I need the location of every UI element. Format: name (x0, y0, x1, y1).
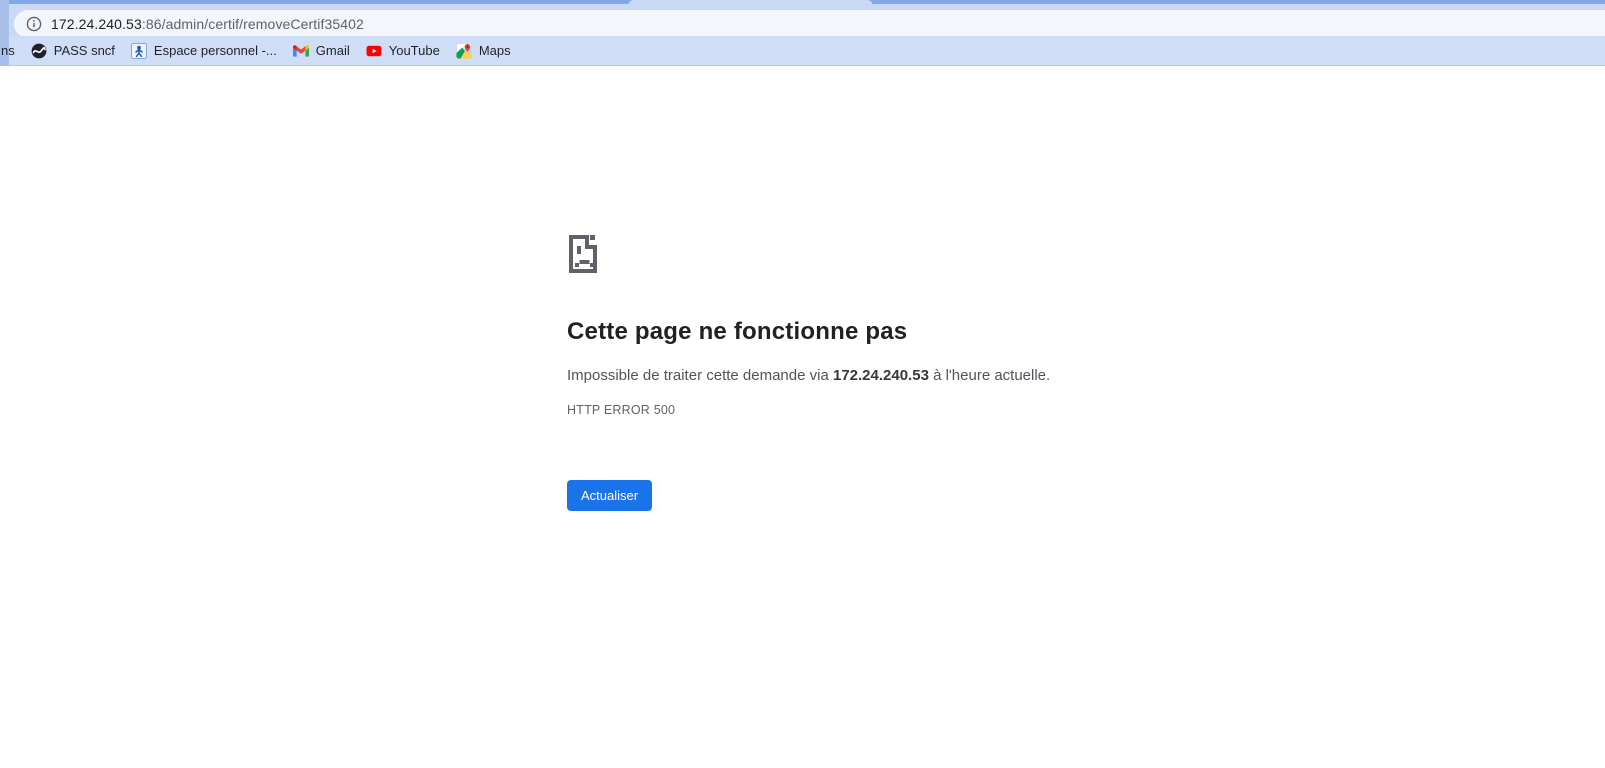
reload-button[interactable]: Actualiser (567, 480, 653, 511)
bookmark-item-espace-personnel[interactable]: Espace personnel -... (130, 42, 277, 59)
error-message-suffix: à l'heure actuelle. (928, 367, 1051, 384)
person-icon (130, 42, 147, 59)
bookmark-label: Maps (478, 43, 511, 58)
sad-page-icon (569, 235, 597, 273)
bookmark-item-pass-sncf[interactable]: PASS sncf (31, 43, 115, 59)
error-message-host: 172.24.240.53 (832, 367, 929, 384)
error-message-prefix: Impossible de traiter cette demande via (567, 367, 833, 384)
bookmark-label: YouTube (388, 43, 440, 58)
bookmark-item-youtube[interactable]: YouTube (366, 43, 440, 59)
bookmark-label: PASS sncf (53, 43, 115, 58)
bookmarks-bar: ns PASS sncf Espace personnel -... Gmail (0, 36, 1605, 66)
maps-icon (455, 42, 472, 59)
address-bar[interactable]: 172.24.240.53:86/admin/certif/removeCert… (14, 10, 1605, 38)
bookmark-label: Gmail (315, 43, 350, 58)
youtube-icon (366, 45, 382, 56)
globe-icon (31, 43, 47, 58)
error-title: Cette page ne fonctionne pas (567, 318, 908, 345)
url-path: :86/admin/certif/removeCertif35402 (141, 16, 364, 32)
bookmark-item-partial[interactable]: ns (1, 43, 15, 58)
bookmark-item-gmail[interactable]: Gmail (292, 43, 350, 59)
browser-toolbar: 172.24.240.53:86/admin/certif/removeCert… (0, 4, 1605, 38)
url-host: 172.24.240.53 (51, 16, 142, 32)
error-code: HTTP ERROR 500 (567, 403, 676, 417)
gmail-icon (292, 44, 309, 57)
url-text[interactable]: 172.24.240.53:86/admin/certif/removeCert… (51, 16, 364, 32)
error-message: Impossible de traiter cette demande via … (567, 366, 1087, 386)
info-icon[interactable] (26, 16, 42, 32)
error-page: Cette page ne fonctionne pas Impossible … (567, 233, 1087, 511)
bookmark-label: Espace personnel -... (153, 43, 277, 58)
bookmark-item-maps[interactable]: Maps (455, 42, 511, 59)
